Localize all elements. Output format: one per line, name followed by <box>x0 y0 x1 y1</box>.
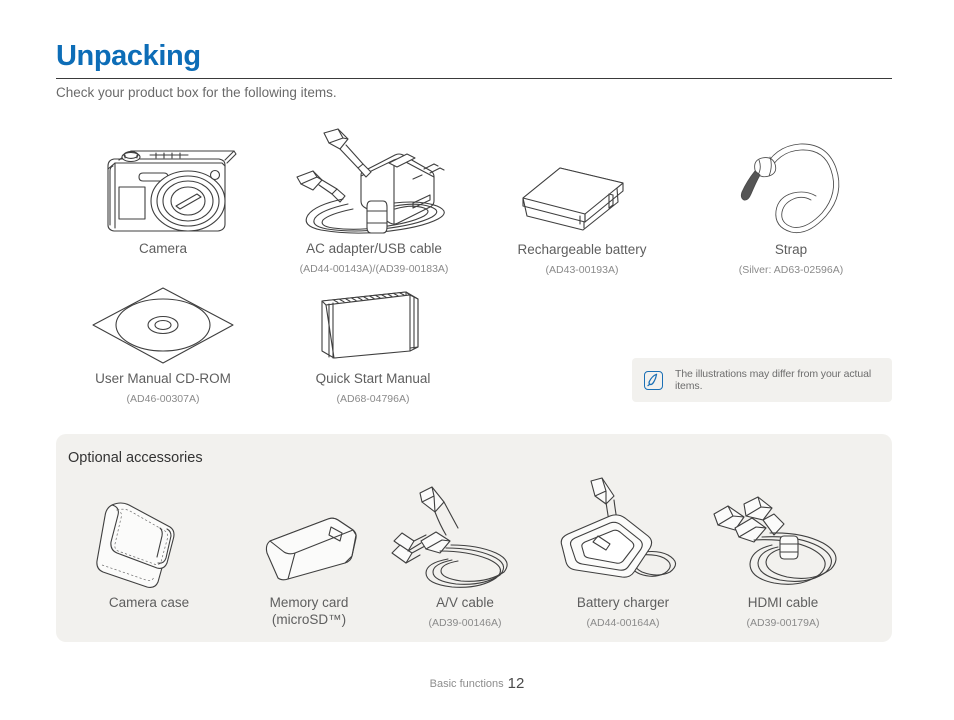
memory-card-icon <box>232 483 386 595</box>
cd-rom-icon <box>86 283 240 371</box>
item-memory-card: Memory card (microSD™) <box>232 483 386 634</box>
page-footer: Basic functions 12 <box>0 675 954 692</box>
optional-accessories-title: Optional accessories <box>68 450 203 466</box>
strap-icon <box>714 130 868 242</box>
page-title: Unpacking <box>56 40 201 72</box>
item-quick-start-manual: Quick Start Manual (AD68-04796A) <box>296 283 450 405</box>
item-label: Camera <box>138 241 187 256</box>
item-code: (AD44-00164A) <box>586 616 660 629</box>
item-code: (AD43-00193A) <box>545 263 619 276</box>
note-pen-icon <box>644 370 663 390</box>
item-label: Strap <box>774 242 808 257</box>
item-battery-charger: Battery charger (AD44-00164A) <box>546 477 700 629</box>
item-label: A/V cable <box>436 595 494 610</box>
ac-adapter-usb-cable-icon <box>291 127 457 241</box>
item-label: Battery charger <box>576 595 670 610</box>
item-camera: Camera <box>84 133 242 263</box>
item-code: (AD68-04796A) <box>336 392 410 405</box>
item-av-cable: A/V cable (AD39-00146A) <box>388 483 542 629</box>
item-hdmi-cable: HDMI cable (AD39-00179A) <box>706 490 860 629</box>
item-label: Camera case <box>108 595 190 610</box>
hdmi-cable-icon <box>706 490 860 595</box>
item-cd-rom: User Manual CD-ROM (AD46-00307A) <box>86 283 240 405</box>
manual-page: Unpacking Check your product box for the… <box>0 0 954 720</box>
manual-booklet-icon <box>296 283 450 371</box>
camera-icon <box>84 133 242 241</box>
item-label-sub: (microSD™) <box>271 611 347 627</box>
item-label: AC adapter/USB cable <box>306 241 442 256</box>
battery-charger-icon <box>546 477 700 595</box>
camera-case-icon <box>72 483 226 595</box>
item-label: Rechargeable battery <box>517 242 647 257</box>
note-callout: The illustrations may differ from your a… <box>632 358 892 402</box>
item-label: Memory card <box>269 595 349 610</box>
item-label: HDMI cable <box>747 595 819 610</box>
item-code: (AD44-00143A)/(AD39-00183A) <box>299 262 449 275</box>
item-code: (AD46-00307A) <box>126 392 200 405</box>
item-ac-adapter: AC adapter/USB cable (AD44-00143A)/(AD39… <box>291 127 457 275</box>
item-label: User Manual CD-ROM <box>95 371 231 386</box>
av-cable-icon <box>388 483 542 595</box>
item-code: (AD39-00179A) <box>746 616 820 629</box>
item-code: (AD39-00146A) <box>428 616 502 629</box>
footer-page-number: 12 <box>507 675 525 692</box>
footer-section: Basic functions <box>429 678 504 690</box>
item-strap: Strap (Silver: AD63-02596A) <box>714 130 868 276</box>
page-subtitle: Check your product box for the following… <box>56 85 337 100</box>
item-code: (Silver: AD63-02596A) <box>738 263 844 276</box>
title-divider <box>56 78 892 79</box>
note-text: The illustrations may differ from your a… <box>675 368 872 392</box>
item-label: Quick Start Manual <box>315 371 431 386</box>
item-camera-case: Camera case <box>72 483 226 617</box>
item-battery: Rechargeable battery (AD43-00193A) <box>505 150 659 276</box>
battery-icon <box>505 150 659 242</box>
